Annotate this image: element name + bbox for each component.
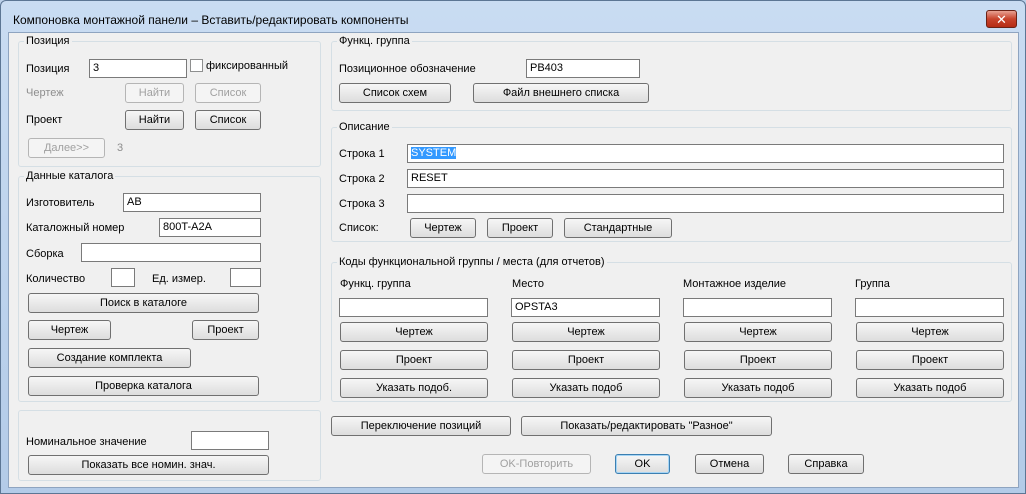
drawing-find-button[interactable]: Найти [125,83,184,103]
fixed-label: фиксированный [206,60,289,72]
tag-input[interactable]: PB403 [526,59,640,78]
codes-mounting-pick-button[interactable]: Указать подоб [684,378,832,398]
dialog-window: Компоновка монтажной панели – Вставить/р… [0,0,1026,494]
title-bar[interactable]: Компоновка монтажной панели – Вставить/р… [1,1,1025,31]
catalog-project-button[interactable]: Проект [192,320,259,340]
line1-input[interactable]: SYSTEM [407,144,1004,163]
codes-func-group-drawing-button[interactable]: Чертеж [340,322,488,342]
nominal-value-input[interactable] [191,431,269,450]
list-label: Список: [339,222,379,234]
window-title: Компоновка монтажной панели – Вставить/р… [13,13,409,27]
drawing-label: Чертеж [26,87,64,99]
line3-label: Строка 3 [339,198,385,210]
next-button[interactable]: Далее>> [28,138,105,158]
codes-func-group-project-button[interactable]: Проект [340,350,488,370]
codes-group-pick-button[interactable]: Указать подоб [856,378,1004,398]
line1-selected-text: SYSTEM [411,147,457,159]
catalog-drawing-button[interactable]: Чертеж [28,320,111,340]
catalog-number-input[interactable]: 800T-A2A [159,218,261,237]
assembly-input[interactable] [81,243,261,262]
ok-repeat-button[interactable]: OK-Повторить [482,454,591,474]
position-label: Позиция [26,63,70,75]
dialog-client: Позиция Позиция 3 фиксированный Чертеж Н… [8,32,1019,488]
show-misc-button[interactable]: Показать/редактировать "Разное" [521,416,772,436]
line3-input[interactable] [407,194,1004,213]
close-icon: ✕ [996,11,1007,27]
codes-group-header: Группа [855,278,890,290]
codes-location-input[interactable]: OPSTA3 [511,298,660,317]
cancel-button[interactable]: Отмена [695,454,764,474]
fixed-checkbox[interactable] [190,59,203,72]
tag-label: Позиционное обозначение [339,63,476,75]
catalog-search-button[interactable]: Поиск в каталоге [28,293,259,313]
codes-mounting-input[interactable] [683,298,832,317]
codes-group-project-button[interactable]: Проект [856,350,1004,370]
manufacturer-input[interactable]: AB [123,193,261,212]
codes-group-title: Коды функциональной группы / места (для … [337,256,607,268]
quantity-label: Количество [26,273,86,285]
line1-label: Строка 1 [339,148,385,160]
switch-positions-button[interactable]: Переключение позиций [331,416,511,436]
drawing-list-button[interactable]: Список [195,83,261,103]
ok-button[interactable]: OK [615,454,670,474]
unit-input[interactable] [230,268,261,287]
codes-func-group-input[interactable] [339,298,488,317]
next-value: 3 [117,142,124,154]
codes-mounting-drawing-button[interactable]: Чертеж [684,322,832,342]
project-find-button[interactable]: Найти [125,110,184,130]
description-standard-button[interactable]: Стандартные [564,218,672,238]
check-catalog-button[interactable]: Проверка каталога [28,376,259,396]
catalog-group-title: Данные каталога [24,170,116,182]
codes-group-input[interactable] [855,298,1004,317]
func-group-title: Функц. группа [337,35,412,47]
catalog-number-label: Каталожный номер [26,222,125,234]
codes-location-drawing-button[interactable]: Чертеж [512,322,660,342]
line2-label: Строка 2 [339,173,385,185]
close-button[interactable]: ✕ [986,10,1017,28]
help-button[interactable]: Справка [788,454,864,474]
codes-func-group-header: Функц. группа [340,278,411,290]
description-project-button[interactable]: Проект [487,218,553,238]
quantity-input[interactable] [111,268,135,287]
codes-location-pick-button[interactable]: Указать подоб [512,378,660,398]
codes-location-project-button[interactable]: Проект [512,350,660,370]
manufacturer-label: Изготовитель [26,197,95,209]
codes-location-header: Место [512,278,544,290]
line2-input[interactable]: RESET [407,169,1004,188]
assembly-label: Сборка [26,248,64,260]
codes-mounting-header: Монтажное изделие [683,278,787,290]
project-list-button[interactable]: Список [195,110,261,130]
position-group-title: Позиция [24,35,72,47]
description-group-title: Описание [337,121,392,133]
description-drawing-button[interactable]: Чертеж [410,218,476,238]
position-input[interactable]: 3 [89,59,187,78]
external-file-button[interactable]: Файл внешнего списка [473,83,649,103]
project-label: Проект [26,114,63,126]
show-all-nominal-button[interactable]: Показать все номин. знач. [28,455,269,475]
schematic-list-button[interactable]: Список схем [339,83,451,103]
codes-group-drawing-button[interactable]: Чертеж [856,322,1004,342]
codes-mounting-project-button[interactable]: Проект [684,350,832,370]
create-kit-button[interactable]: Создание комплекта [28,348,191,368]
unit-label: Ед. измер. [152,273,206,285]
nominal-value-label: Номинальное значение [26,436,147,448]
codes-func-group-pick-button[interactable]: Указать подоб. [340,378,488,398]
